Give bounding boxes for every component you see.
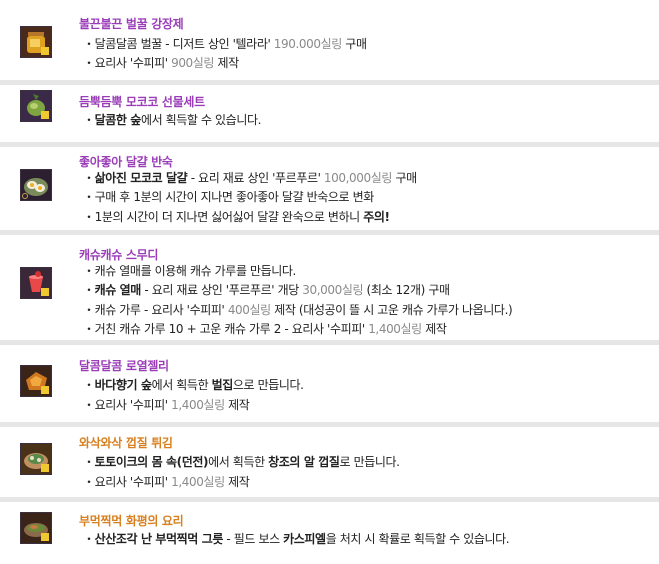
recipe-detail-line: ・삶아진 모코코 달걀 - 요리 재료 상인 '푸르푸르' 100,000실링 … (83, 170, 417, 186)
detail-text: 에서 획득한 (208, 455, 269, 469)
detail-text: ・캐슈 가루 - 요리사 '수피피' (83, 303, 228, 317)
recipe-title: 캐슈캐슈 스무디 (79, 248, 159, 262)
recipe-detail-line: ・달콤한 숲에서 획득할 수 있습니다. (83, 112, 261, 128)
recipe-detail-line: ・토토이크의 몸 속(던전)에서 획득한 창조의 알 껍질로 만듭니다. (83, 454, 400, 470)
detail-text: ・요리사 '수피피' (83, 398, 172, 412)
recipe-detail-line: ・거친 캐슈 가루 10 + 고운 캐슈 가루 2 - 요리사 '수피피' 1,… (83, 321, 447, 337)
detail-text: 제작 (대성공이 뜰 시 고운 캐슈 가루가 나옵니다.) (270, 303, 513, 317)
highlight-text: 카스피엘 (283, 532, 326, 546)
fried-shell-icon (20, 443, 52, 475)
price-text: 30,000실링 (302, 283, 364, 297)
detail-text: 구매 (341, 37, 367, 51)
price-text: 1,400실링 (368, 322, 422, 336)
mokoko-fruit-icon (20, 90, 52, 122)
recipe-entry: 듬뿍듬뿍 모코코 선물세트 ・달콤한 숲에서 획득할 수 있습니다. (0, 85, 659, 142)
detail-text: - 요리 재료 상인 '푸르푸르' 개당 (140, 283, 303, 297)
recipe-detail-line: ・바다향기 숲에서 획득한 벌집으로 만듭니다. (83, 377, 304, 393)
highlight-text: 창조의 알 껍질 (268, 455, 340, 469)
smoothie-icon (20, 267, 52, 299)
detail-text: 제작 (421, 322, 447, 336)
recipe-detail-line: ・구매 후 1분의 시간이 지나면 좋아좋아 달걀 반숙으로 변화 (83, 189, 374, 205)
recipe-detail-line: ・캐슈 가루 - 요리사 '수피피' 400실링 제작 (대성공이 뜰 시 고운… (83, 302, 513, 318)
recipe-entry: 부먹찍먹 화평의 요리 ・산산조각 난 부먹찍먹 그릇 - 필드 보스 카스피엘을… (0, 502, 659, 564)
detail-text: 에서 획득한 (151, 378, 212, 392)
detail-text: 제작 (214, 56, 239, 70)
recipe-detail-line: ・캐슈 열매 - 요리 재료 상인 '푸르푸르' 개당 30,000실링 (최소… (83, 282, 450, 298)
recipe-title: 부먹찍먹 화평의 요리 (79, 514, 184, 528)
detail-text: ・1분의 시간이 더 지나면 싫어싫어 달걀 완숙으로 변하니 (83, 210, 364, 224)
recipe-entry: 좋아좋아 달걀 반숙 ・삶아진 모코코 달걀 - 요리 재료 상인 '푸르푸르' … (0, 147, 659, 230)
recipe-detail-line: ・달콤달콤 벌꿀 - 디저트 상인 '텔라라' 190.000실링 구매 (83, 36, 367, 52)
detail-text: 제작 (224, 475, 250, 489)
highlight-text: 주의! (363, 210, 390, 224)
highlight-text: 캐슈 열매 (94, 283, 142, 297)
egg-plate-icon (20, 169, 52, 201)
highlight-text: 삶아진 모코코 달걀 (94, 171, 188, 185)
recipe-title: 와삭와삭 껍질 튀김 (79, 436, 173, 450)
honey-jar-icon (20, 26, 52, 58)
detail-text: (최소 12개) 구매 (363, 283, 450, 297)
detail-text: ・요리사 '수피피' (83, 56, 172, 70)
detail-text: - 요리 재료 상인 '푸르푸르' (187, 171, 324, 185)
detail-text: - 필드 보스 (222, 532, 284, 546)
detail-text: ・요리사 '수피피' (83, 475, 172, 489)
highlight-text: 달콤한 숲 (94, 113, 142, 127)
recipe-entry: 캐슈캐슈 스무디 ・캐슈 열매를 이용해 캐슈 가루를 만듭니다. ・캐슈 열매 -… (0, 235, 659, 340)
price-text: 400실링 (227, 303, 271, 317)
detail-text: ・구매 후 1분의 시간이 지나면 좋아좋아 달걀 반숙으로 변화 (83, 190, 374, 204)
recipe-entry: 와삭와삭 껍질 튀김 ・토토이크의 몸 속(던전)에서 획득한 창조의 알 껍질로… (0, 427, 659, 497)
price-text: 100,000실링 (323, 171, 393, 185)
detail-text: 제작 (224, 398, 250, 412)
recipe-list: 불끈불끈 벌꿀 강장제 ・달콤달콤 벌꿀 - 디저트 상인 '텔라라' 190.0… (0, 0, 659, 564)
detail-text: ・ (83, 113, 95, 127)
detail-text: ・ (83, 378, 95, 392)
price-text: 900실링 (171, 56, 215, 70)
recipe-title: 듬뿍듬뿍 모코코 선물세트 (79, 95, 205, 109)
highlight-text: 토토이크의 몸 속(던전) (94, 455, 209, 469)
detail-text: 을 처치 시 확률로 획득할 수 있습니다. (325, 532, 510, 546)
recipe-detail-line: ・요리사 '수피피' 900실링 제작 (83, 55, 239, 71)
detail-text: ・ (83, 455, 95, 469)
detail-text: 으로 만듭니다. (232, 378, 304, 392)
recipe-detail-line: ・산산조각 난 부먹찍먹 그릇 - 필드 보스 카스피엘을 처치 시 확률로 획… (83, 531, 510, 547)
highlight-text: 바다향기 숲 (94, 378, 152, 392)
price-text: 190.000실링 (273, 37, 343, 51)
peace-dish-icon (20, 512, 52, 544)
detail-text: ・ (83, 171, 95, 185)
price-text: 1,400실링 (171, 398, 225, 412)
recipe-entry: 불끈불끈 벌꿀 강장제 ・달콤달콤 벌꿀 - 디저트 상인 '텔라라' 190.0… (0, 0, 659, 80)
recipe-detail-line: ・캐슈 열매를 이용해 캐슈 가루를 만듭니다. (83, 263, 296, 279)
detail-text: ・거친 캐슈 가루 10 + 고운 캐슈 가루 2 - 요리사 '수피피' (83, 322, 369, 336)
price-text: 1,400실링 (171, 475, 225, 489)
highlight-text: 산산조각 난 부먹찍먹 그릇 (94, 532, 224, 546)
detail-text: ・달콤달콤 벌꿀 - 디저트 상인 '텔라라' (83, 37, 274, 51)
detail-text: ・ (83, 283, 95, 297)
royal-jelly-icon (20, 365, 52, 397)
detail-text: ・캐슈 열매를 이용해 캐슈 가루를 만듭니다. (83, 264, 296, 278)
highlight-text: 벌집 (211, 378, 234, 392)
recipe-title: 불끈불끈 벌꿀 강장제 (79, 17, 184, 31)
recipe-entry: 달콤달콤 로열젤리 ・바다향기 숲에서 획득한 벌집으로 만듭니다. ・요리사 '수… (0, 345, 659, 422)
detail-text: 로 만듭니다. (339, 455, 400, 469)
recipe-detail-line: ・요리사 '수피피' 1,400실링 제작 (83, 474, 250, 490)
detail-text: 구매 (392, 171, 417, 185)
detail-text: ・ (83, 532, 95, 546)
recipe-detail-line: ・1분의 시간이 더 지나면 싫어싫어 달걀 완숙으로 변하니 주의! (83, 209, 390, 225)
recipe-title: 달콤달콤 로열젤리 (79, 359, 169, 373)
recipe-title: 좋아좋아 달걀 반숙 (79, 155, 173, 169)
recipe-detail-line: ・요리사 '수피피' 1,400실링 제작 (83, 397, 250, 413)
detail-text: 에서 획득할 수 있습니다. (140, 113, 262, 127)
